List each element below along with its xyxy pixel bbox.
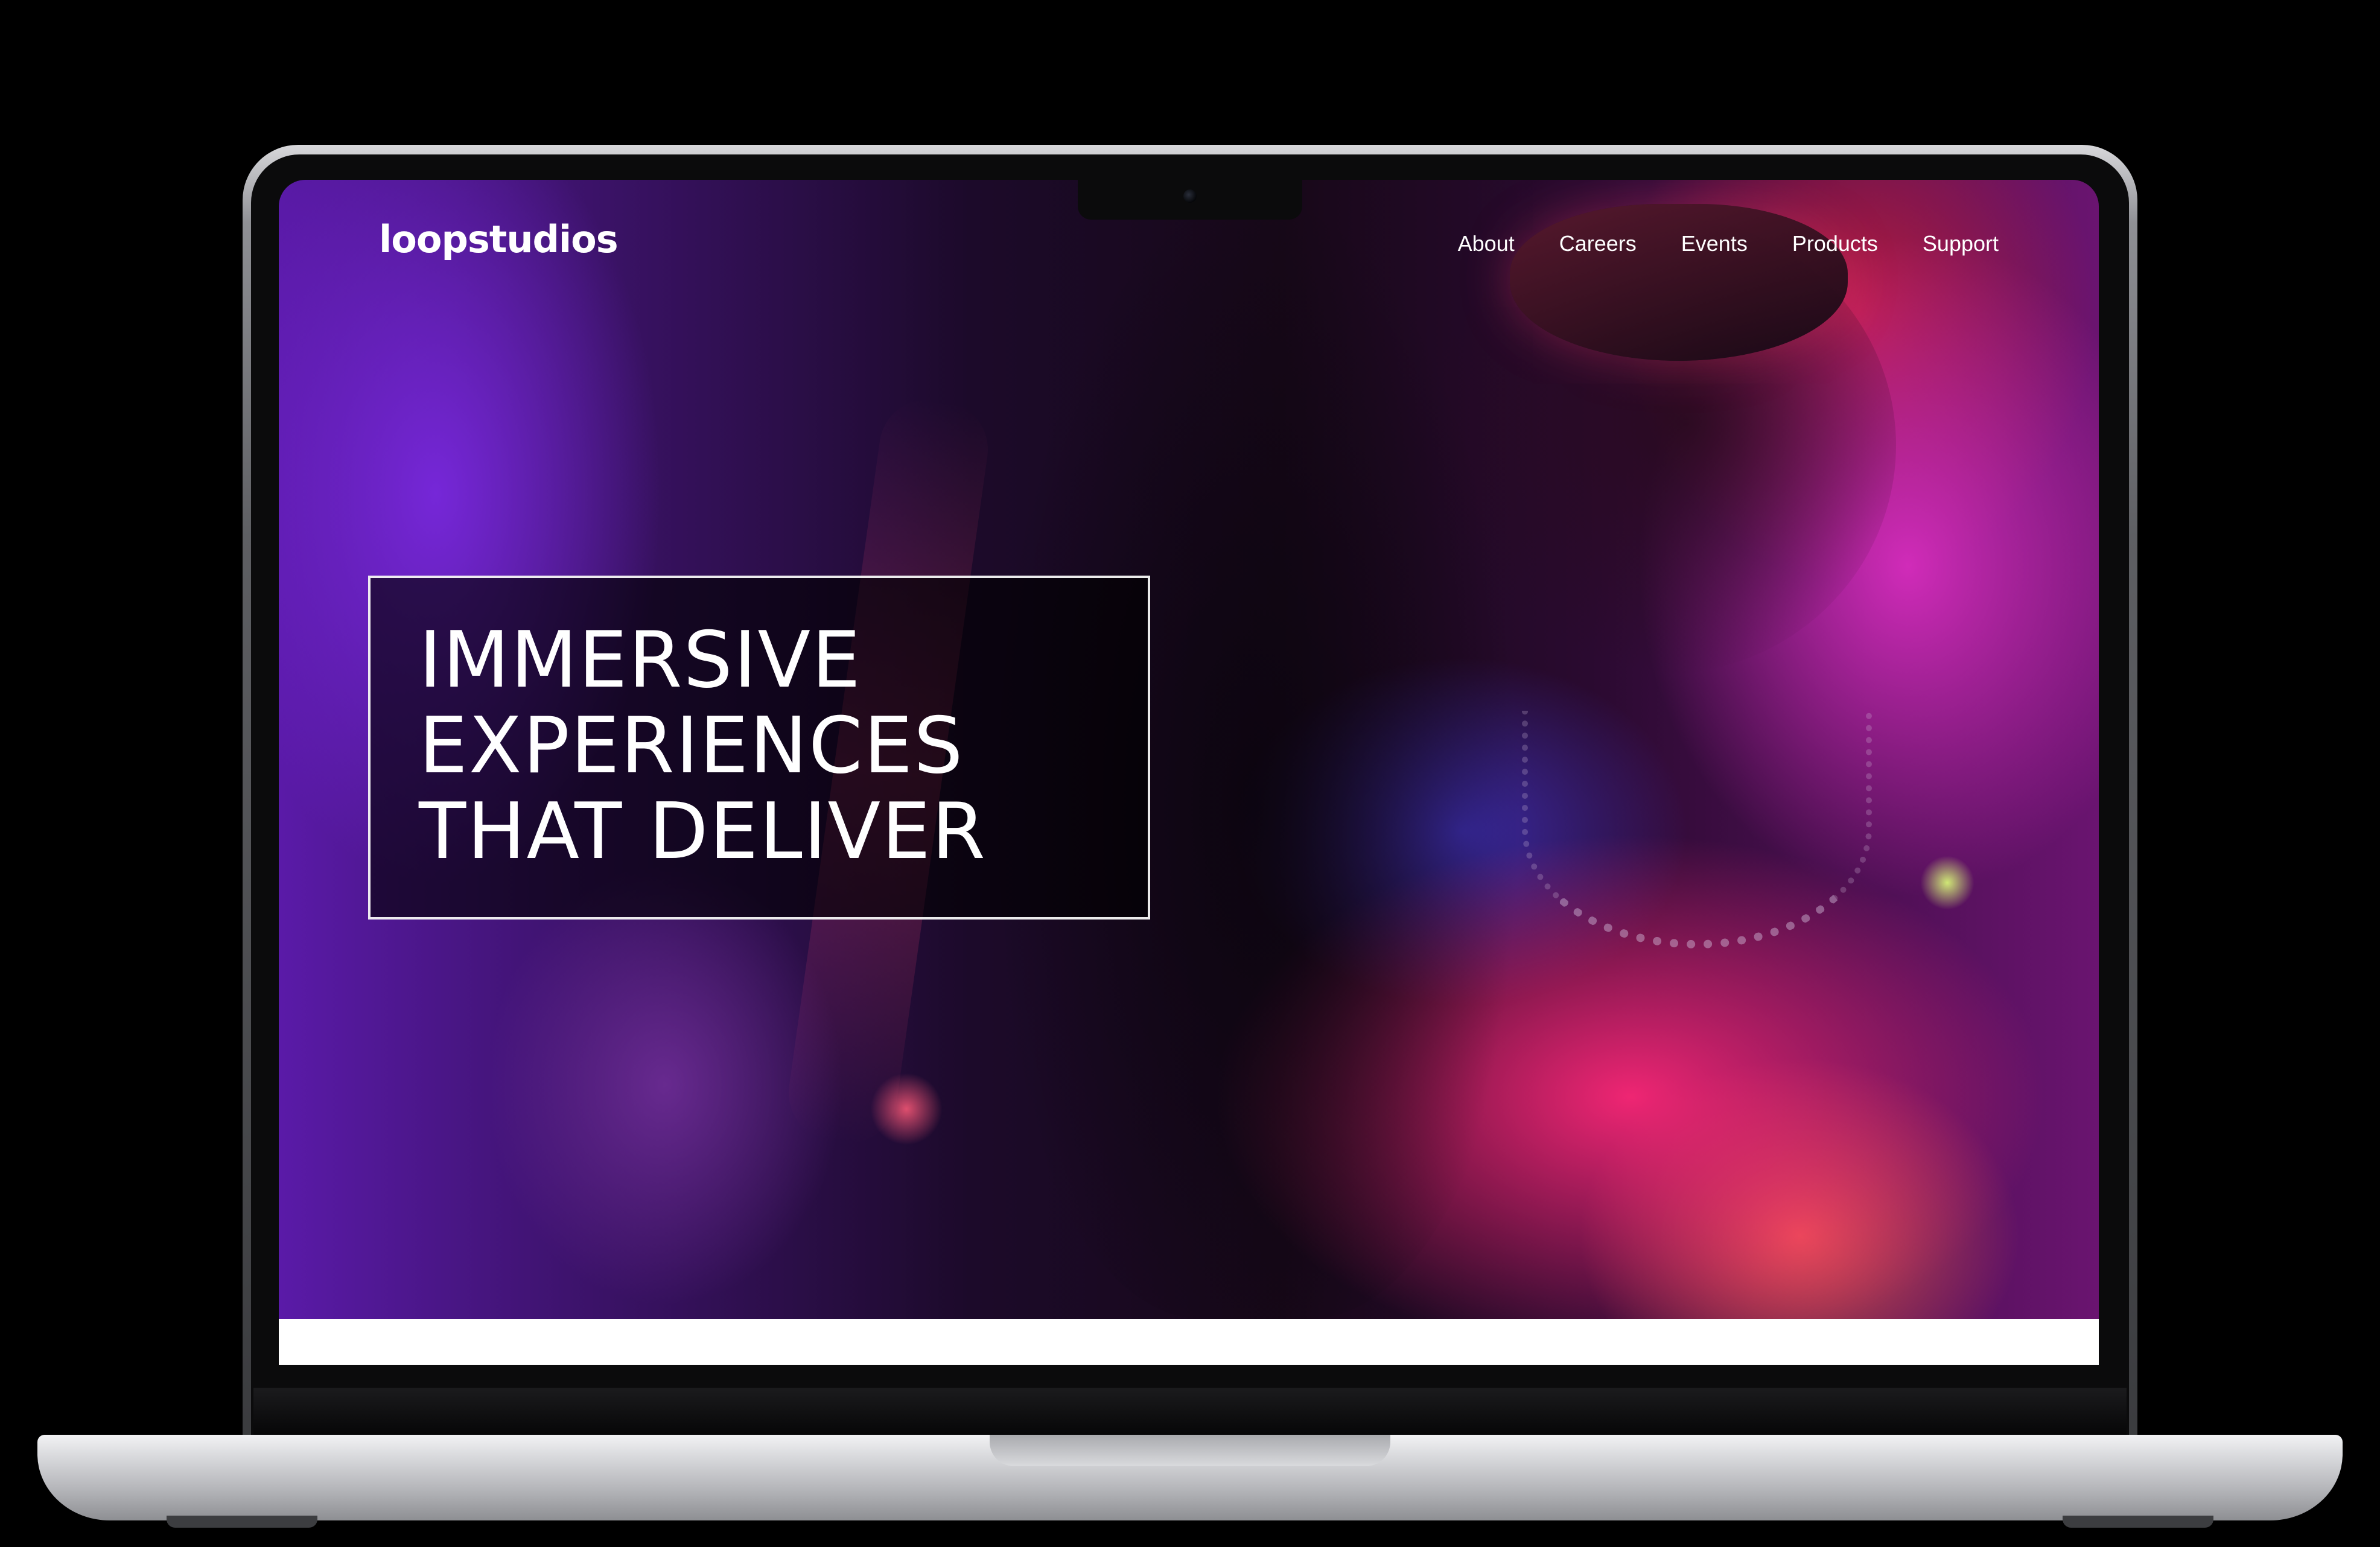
camera-icon (1183, 189, 1197, 203)
page-content-below-hero (279, 1319, 2099, 1365)
nav-link-events[interactable]: Events (1681, 233, 1748, 255)
main-nav: About Careers Events Products Support (1458, 233, 1999, 255)
laptop-screen: loopstudios About Careers Events Product… (279, 180, 2099, 1365)
laptop-hinge (253, 1388, 2127, 1436)
hero-headline: IMMERSIVE EXPERIENCES THAT DELIVER (419, 618, 987, 875)
screen-notch (1078, 180, 1302, 220)
hero-section: loopstudios About Careers Events Product… (279, 180, 2099, 1319)
hero-headline-line: THAT DELIVER (419, 787, 987, 877)
nav-link-about[interactable]: About (1458, 233, 1515, 255)
trackpad-notch (990, 1435, 1390, 1466)
hero-headline-box: IMMERSIVE EXPERIENCES THAT DELIVER (368, 576, 1150, 920)
site-logo[interactable]: loopstudios (379, 221, 619, 258)
nav-link-careers[interactable]: Careers (1559, 233, 1637, 255)
vr-headset-image (1510, 204, 1848, 361)
laptop-base (37, 1435, 2343, 1520)
hero-photo-light (1920, 856, 1974, 910)
nav-link-support[interactable]: Support (1923, 233, 1999, 255)
hero-headline-line: IMMERSIVE (419, 615, 862, 705)
mockup-stage: loopstudios About Careers Events Product… (0, 0, 2380, 1547)
laptop-foot-right (2063, 1516, 2213, 1528)
hero-photo-necklace (1522, 711, 1872, 948)
hero-headline-line: EXPERIENCES (419, 701, 964, 791)
hero-photo-light-2 (870, 1073, 943, 1145)
nav-link-products[interactable]: Products (1792, 233, 1878, 255)
laptop-foot-left (167, 1516, 317, 1528)
